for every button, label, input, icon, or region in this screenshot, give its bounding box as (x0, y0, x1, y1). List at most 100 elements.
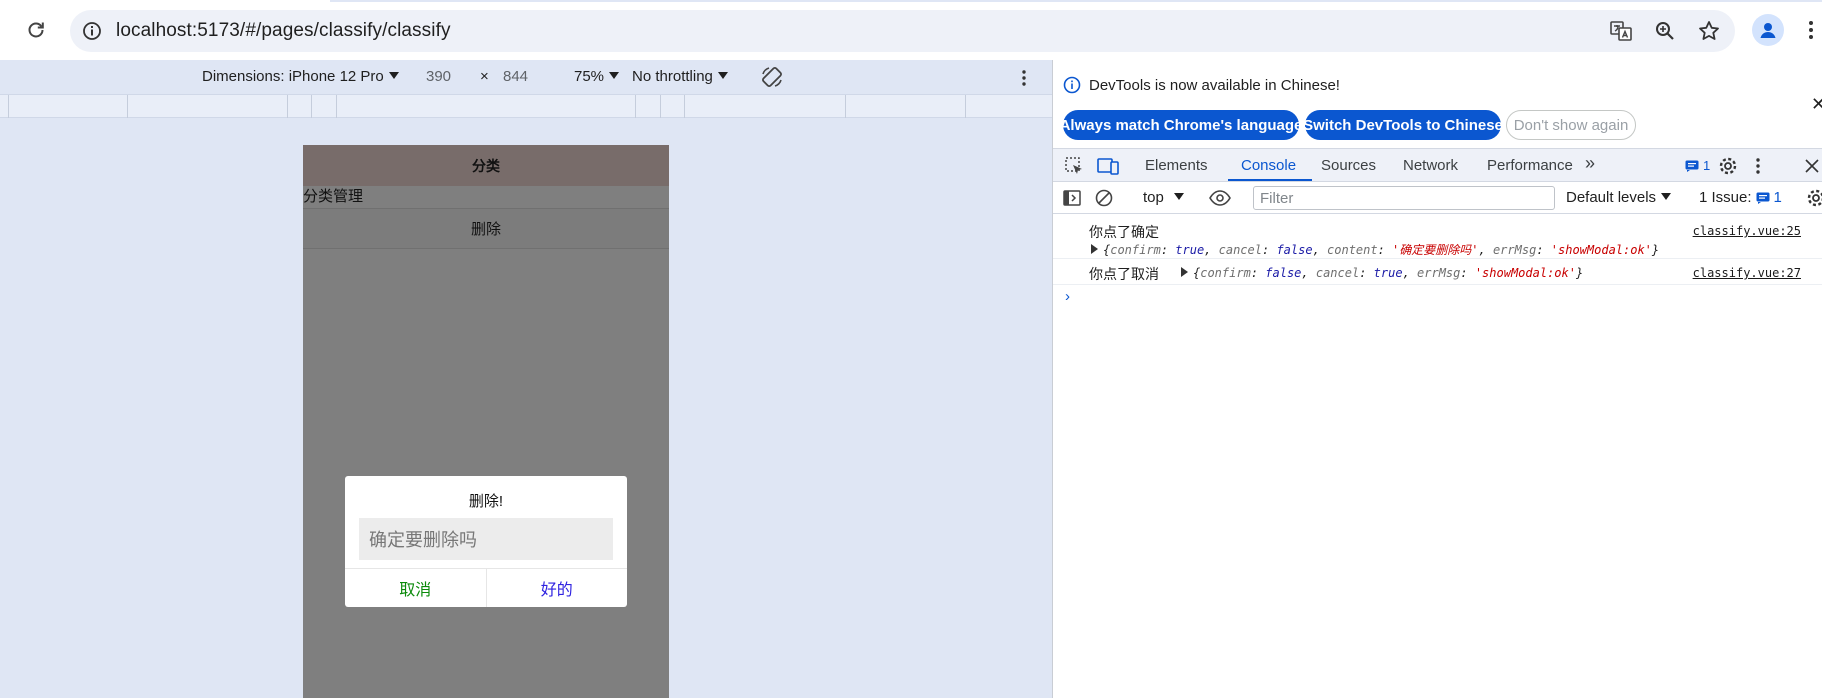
tab-strip-edge (330, 0, 1822, 2)
close-devtools-icon[interactable] (1801, 155, 1822, 177)
page-navbar: 分类 (303, 145, 669, 186)
omnibox-actions (1609, 19, 1721, 43)
clear-console-icon[interactable] (1093, 187, 1115, 209)
ruler-tick (845, 95, 846, 118)
context-label: top (1143, 189, 1164, 206)
issues-counter[interactable]: 1 Issue: 1 (1699, 189, 1782, 206)
device-toolbar-menu-icon[interactable] (1016, 66, 1032, 90)
translate-icon[interactable] (1609, 19, 1633, 43)
issues-count: 1 (1773, 189, 1782, 206)
always-match-language-button[interactable]: Always match Chrome's language (1060, 110, 1302, 140)
log-levels-select[interactable]: Default levels (1566, 189, 1672, 206)
tab-network[interactable]: Network (1403, 157, 1458, 174)
log-levels-label: Default levels (1566, 189, 1657, 206)
expand-triangle-icon[interactable] (1091, 244, 1098, 254)
message-icon (1756, 192, 1770, 204)
site-info-icon[interactable] (80, 19, 104, 43)
log-message: 你点了取消 (1089, 266, 1159, 282)
rotate-icon[interactable] (760, 65, 784, 89)
browser-toolbar: localhost:5173/#/pages/classify/classify (0, 0, 1822, 60)
ruler-tick (660, 95, 661, 118)
chevron-down-icon (717, 72, 728, 79)
phone-viewport: 分类 分类管理 删除 (303, 145, 669, 698)
sidebar-toggle-icon[interactable] (1061, 187, 1083, 209)
language-infobar: DevTools is now available in Chinese! ✕ … (1053, 60, 1822, 148)
console-prompt[interactable]: › (1065, 288, 1070, 305)
log-object-preview[interactable]: {confirm: false, cancel: true, errMsg: '… (1181, 266, 1583, 280)
ruler-tick (684, 95, 685, 118)
device-dimensions-select[interactable]: Dimensions: iPhone 12 Pro (202, 68, 399, 85)
inspect-element-icon[interactable] (1063, 155, 1085, 177)
reload-icon[interactable] (24, 18, 48, 42)
modal-actions: 取消 好的 (345, 568, 627, 607)
modal-confirm-button[interactable]: 好的 (487, 569, 628, 607)
chevron-down-icon (609, 72, 620, 79)
chrome-menu-icon[interactable] (1800, 16, 1822, 44)
issues-label: 1 Issue: (1699, 189, 1752, 206)
zoom-label: 75% (574, 68, 605, 85)
tab-elements[interactable]: Elements (1145, 157, 1208, 174)
chevron-down-icon (1173, 193, 1184, 200)
device-height-input[interactable]: 844 (503, 68, 528, 85)
switch-to-chinese-button[interactable]: Switch DevTools to Chinese (1303, 110, 1503, 140)
delete-button-label: 删除 (470, 221, 501, 238)
address-bar[interactable]: localhost:5173/#/pages/classify/classify (70, 10, 1735, 52)
url-text[interactable]: localhost:5173/#/pages/classify/classify (116, 20, 451, 42)
message-icon (1685, 160, 1699, 172)
infobar-message: DevTools is now available in Chinese! (1089, 77, 1340, 94)
throttling-select[interactable]: No throttling (632, 68, 728, 85)
bookmark-star-icon[interactable] (1697, 19, 1721, 43)
page-title: 分类 (472, 157, 500, 174)
console-filter-input[interactable] (1253, 186, 1555, 210)
console-log-row: 你点了确定 classify.vue:25 {confirm: true, ca… (1053, 214, 1822, 259)
info-icon (1063, 76, 1081, 94)
ruler-tick (127, 95, 128, 118)
settings-gear-icon[interactable] (1717, 155, 1739, 177)
modal-cancel-button[interactable]: 取消 (345, 569, 487, 607)
active-tab-indicator (1228, 179, 1312, 181)
profile-icon[interactable] (1752, 14, 1784, 46)
ruler-tick (336, 95, 337, 118)
delete-button[interactable]: 删除 (303, 208, 669, 249)
zoom-icon[interactable] (1653, 19, 1677, 43)
chevron-down-icon (388, 72, 399, 79)
eye-icon[interactable] (1209, 187, 1231, 209)
log-source-link[interactable]: classify.vue:25 (1693, 224, 1801, 238)
context-select[interactable]: top (1143, 189, 1184, 206)
tab-sources[interactable]: Sources (1321, 157, 1376, 174)
expand-triangle-icon[interactable] (1181, 267, 1188, 277)
devtools-panel: DevTools is now available in Chinese! ✕ … (1052, 60, 1822, 698)
console-toolbar: top Default levels 1 Issue: 1 (1053, 182, 1822, 214)
more-tabs-icon[interactable]: » (1585, 153, 1595, 174)
screen: localhost:5173/#/pages/classify/classify (0, 0, 1822, 698)
ruler-tick (287, 95, 288, 118)
zoom-select[interactable]: 75% (574, 68, 620, 85)
device-width-input[interactable]: 390 (426, 68, 451, 85)
close-icon[interactable]: ✕ (1811, 94, 1822, 115)
ruler-tick (965, 95, 966, 118)
ruler-tick (635, 95, 636, 118)
issues-badge[interactable]: 1 (1685, 158, 1710, 173)
log-object-preview[interactable]: {confirm: true, cancel: false, content: … (1091, 241, 1659, 258)
console-settings-icon[interactable] (1805, 187, 1822, 209)
modal-content-input[interactable] (359, 518, 613, 560)
tab-console[interactable]: Console (1241, 157, 1296, 174)
log-message: 你点了确定 (1089, 224, 1159, 240)
issues-badge-count: 1 (1703, 158, 1711, 173)
console-log-row: 你点了取消 {confirm: false, cancel: true, err… (1053, 259, 1822, 285)
throttling-label: No throttling (632, 68, 713, 85)
log-source-link[interactable]: classify.vue:27 (1693, 266, 1801, 280)
ruler-tick (311, 95, 312, 118)
confirm-modal: 删除! 取消 好的 (345, 476, 627, 607)
tab-performance[interactable]: Performance (1487, 157, 1573, 174)
ruler-tick (8, 95, 9, 118)
console-output: 你点了确定 classify.vue:25 {confirm: true, ca… (1053, 214, 1822, 698)
page-label: 分类管理 (303, 188, 364, 205)
device-toolbar: Dimensions: iPhone 12 Pro 390 × 844 75% … (0, 60, 1052, 94)
devtools-menu-icon[interactable] (1747, 155, 1769, 177)
chevron-down-icon (1661, 193, 1672, 200)
dont-show-again-button[interactable]: Don't show again (1506, 110, 1636, 140)
devtools-tabbar: Elements Console Sources Network Perform… (1053, 148, 1822, 182)
device-toolbar-toggle-icon[interactable] (1097, 155, 1119, 177)
media-query-ruler[interactable] (0, 94, 1052, 118)
